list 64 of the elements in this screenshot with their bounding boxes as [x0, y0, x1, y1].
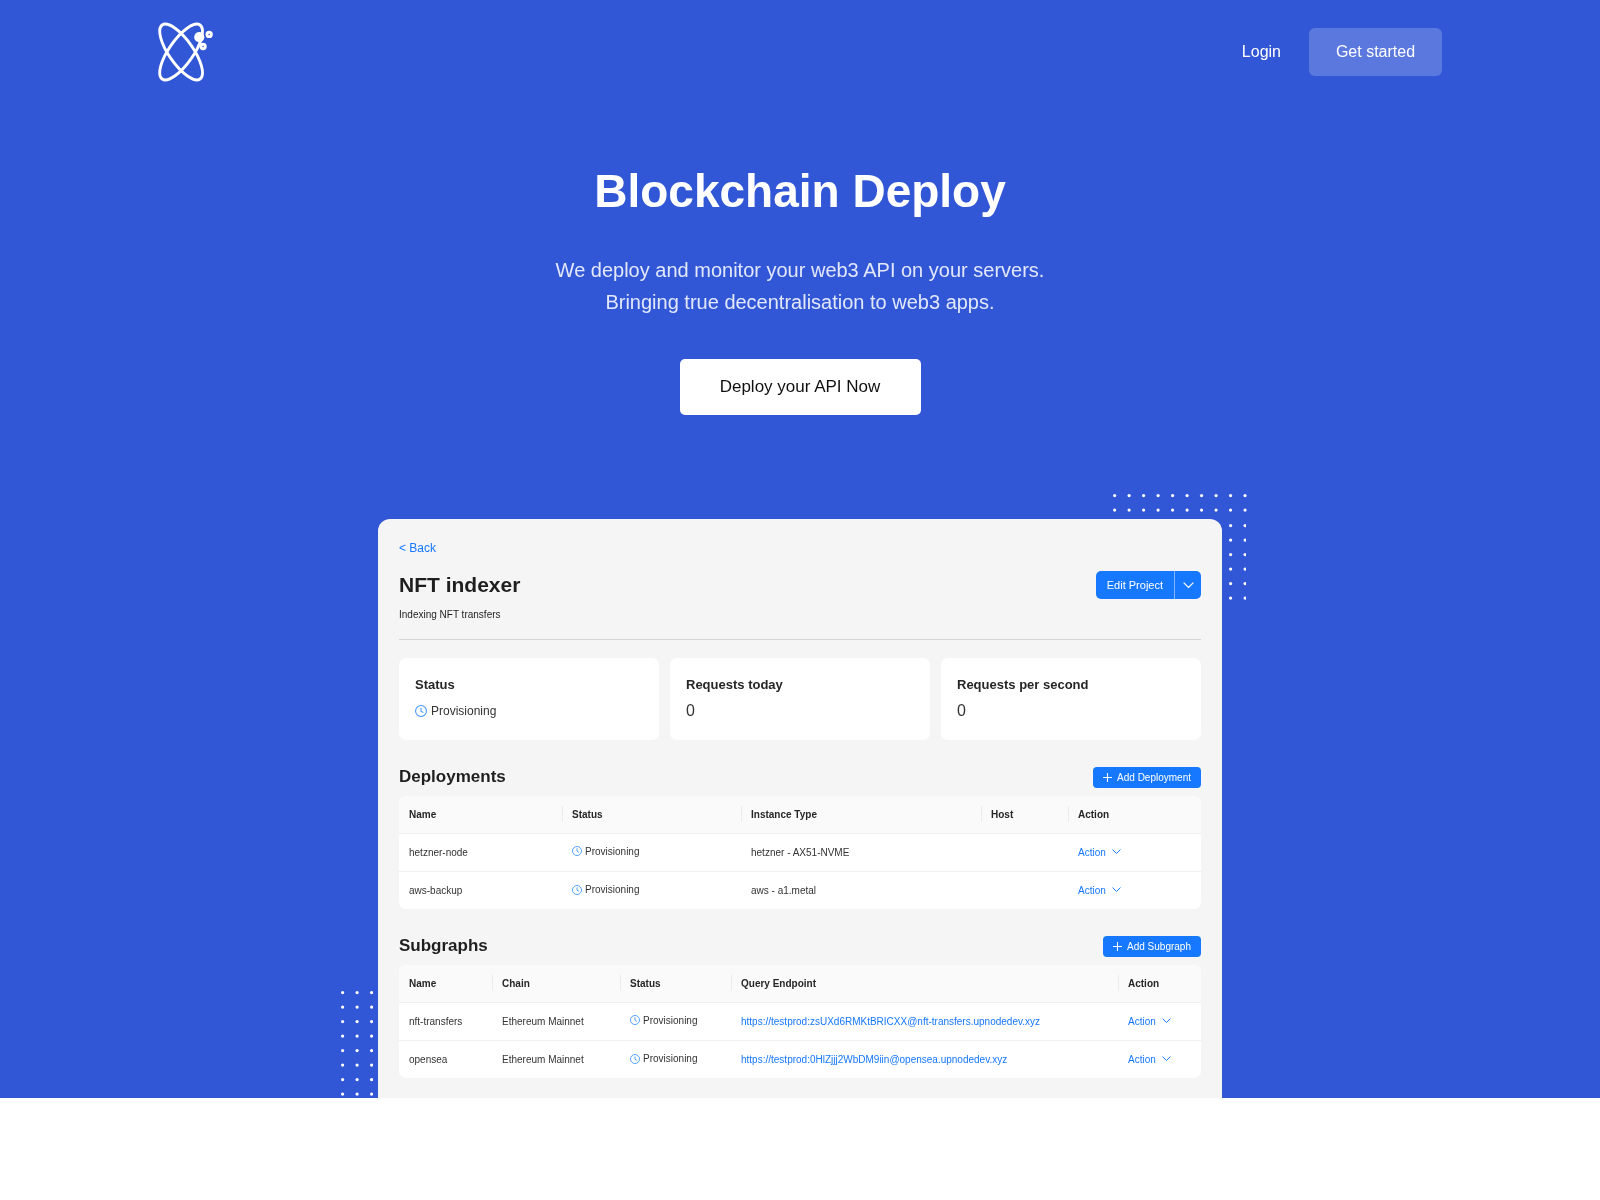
plus-icon [1113, 941, 1123, 951]
back-link[interactable]: < Back [399, 540, 437, 557]
table-cell: hetzner - AX51-NVME [741, 833, 981, 871]
endpoint-link[interactable]: https://testprod:0HlZjjj2WbDM9iin@opensea.upnodedev.xyz [741, 1053, 1008, 1065]
endpoint-link[interactable]: https://testprod:zsUXd6RMKtBRICXX@nft-transfers.upnodedev.xyz [741, 1015, 1040, 1027]
column-header: Chain [492, 965, 620, 1002]
section-title: Subgraphs [399, 935, 488, 957]
status-text: Provisioning [643, 1052, 698, 1066]
column-header: Status [562, 796, 741, 833]
status-text: Provisioning [585, 844, 640, 859]
deploy-api-button[interactable]: Deploy your API Now [679, 359, 921, 415]
atom-logo-icon[interactable] [158, 21, 213, 83]
caret-icon [1111, 887, 1121, 894]
clock-icon [415, 705, 427, 717]
clock-icon [630, 1015, 640, 1026]
plus-icon [1103, 772, 1113, 782]
dot-grid-icon [1228, 524, 1247, 600]
stat-value: 0 [957, 702, 967, 720]
add-subgraph-button[interactable]: Add Subgraph [1103, 935, 1201, 957]
hero-title: Blockchain Deploy [593, 164, 1007, 219]
dropdown-toggle-button[interactable] [1174, 571, 1201, 599]
action-link[interactable]: Action [1128, 1051, 1171, 1067]
table-cell: nft-transfers [399, 1002, 492, 1040]
clock-icon [572, 846, 582, 857]
column-header: Name [399, 796, 562, 833]
stat-value: 0 [686, 702, 696, 720]
action-link[interactable]: Action [1078, 882, 1121, 898]
stat-label: Requests per second [957, 676, 1090, 694]
clock-icon [572, 884, 582, 895]
caret-icon [1161, 1018, 1171, 1024]
table-cell: Ethereum Mainnet [492, 1002, 620, 1040]
edit-project-button[interactable]: Edit Project [1095, 571, 1174, 599]
hero-subtitle: We deploy and monitor your web3 API on your servers. Bringing true decentralisation to web3 apps. [554, 258, 1046, 315]
column-header: Host [981, 796, 1068, 833]
status-text: Provisioning [431, 703, 497, 720]
column-header: Status [620, 965, 731, 1002]
column-header: Name [399, 965, 492, 1002]
project-title: NFT indexer [399, 572, 521, 598]
stat-label: Status [415, 676, 456, 694]
clock-icon [630, 1053, 640, 1064]
project-description: Indexing NFT transfers [399, 608, 502, 622]
action-link[interactable]: Action [1128, 1013, 1171, 1029]
action-link[interactable]: Action [1078, 844, 1121, 860]
dot-grid-icon [1113, 494, 1247, 512]
column-header: Query Endpoint [731, 965, 1118, 1002]
table-cell: Ethereum Mainnet [492, 1040, 620, 1078]
section-title: Deployments [399, 766, 506, 788]
column-header: Action [1118, 965, 1201, 1002]
caret-icon [1111, 849, 1121, 855]
add-deployment-button[interactable]: Add Deployment [1093, 766, 1201, 788]
table-cell: aws-backup [399, 871, 562, 909]
column-header: Instance Type [741, 796, 981, 833]
login-link[interactable]: Login [1241, 40, 1281, 64]
get-started-button[interactable]: Get started [1309, 28, 1442, 76]
status-text: Provisioning [643, 1013, 698, 1028]
status-text: Provisioning [585, 883, 640, 897]
table-cell: opensea [399, 1040, 492, 1078]
table-cell: aws - a1.metal [741, 871, 981, 909]
caret-icon [1161, 1056, 1171, 1063]
table-cell: hetzner-node [399, 833, 562, 871]
dot-grid-icon [341, 991, 374, 1096]
stat-label: Requests today [686, 676, 784, 694]
caret-icon [1182, 581, 1194, 589]
column-header: Action [1068, 796, 1201, 833]
